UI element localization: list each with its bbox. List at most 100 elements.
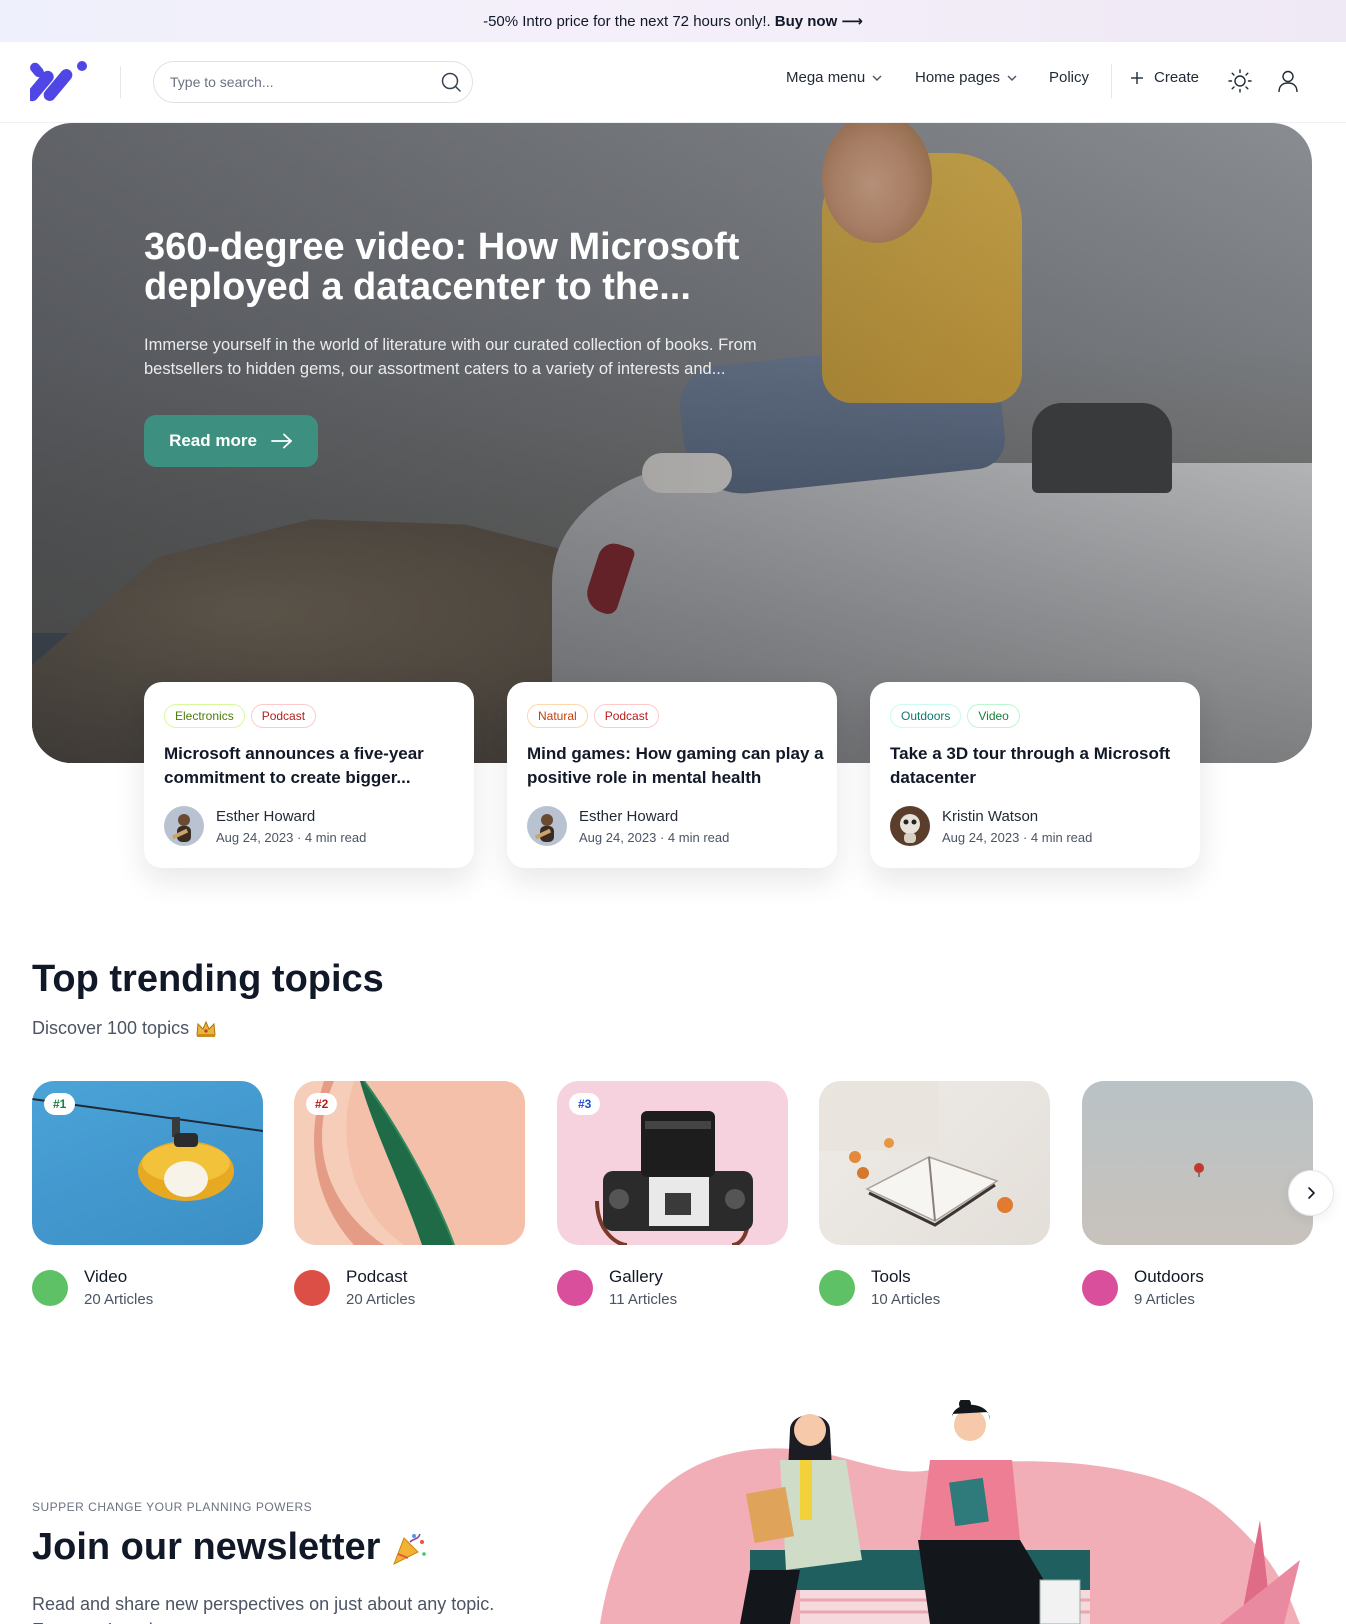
topic-color-dot <box>557 1270 593 1306</box>
party-popper-icon <box>393 1533 427 1565</box>
book-illustration <box>819 1081 1013 1227</box>
avatar <box>890 806 930 846</box>
post-date: Aug 24, 2023 <box>216 830 294 845</box>
topic-count: 10 Articles <box>871 1291 941 1308</box>
nav-divider <box>1111 64 1112 98</box>
topic-count: 20 Articles <box>84 1291 154 1308</box>
topic-name[interactable]: Podcast <box>346 1267 407 1287</box>
tag-natural[interactable]: Natural <box>527 704 588 728</box>
user-icon <box>1278 70 1298 93</box>
post-meta: Aug 24, 2023 · 4 min read <box>579 830 730 845</box>
newsletter-title-text: Join our newsletter <box>32 1526 381 1568</box>
nav-home-pages[interactable]: Home pages <box>915 69 1018 86</box>
read-more-button[interactable]: Read more <box>144 415 318 467</box>
rank-badge: #2 <box>306 1093 338 1115</box>
rank-badge: #3 <box>569 1093 601 1115</box>
topic-name[interactable]: Video <box>84 1267 127 1287</box>
read-time: 4 min read <box>667 830 730 845</box>
nav-policy-label: Policy <box>1049 69 1090 86</box>
author-name[interactable]: Kristin Watson <box>942 808 1038 825</box>
topic-card-video[interactable]: #1 Video 20 Articles <box>32 1081 263 1308</box>
hero-description: Immerse yourself in the world of literat… <box>144 336 757 378</box>
create-button[interactable]: Create <box>1130 69 1199 86</box>
tag-video[interactable]: Video <box>967 704 1020 728</box>
card-title[interactable]: Microsoft announces a five-year commitme… <box>164 742 464 790</box>
tag-podcast[interactable]: Podcast <box>250 704 317 728</box>
theme-toggle-button[interactable] <box>1225 66 1255 96</box>
topic-count: 11 Articles <box>609 1291 678 1308</box>
promo-text: -50% Intro price for the next 72 hours o… <box>483 12 771 30</box>
section-title: Top trending topics <box>32 958 384 1000</box>
read-time: 4 min read <box>1030 830 1093 845</box>
topic-card-outdoors[interactable]: Outdoors 9 Articles <box>1082 1081 1313 1308</box>
nav-home-pages-label: Home pages <box>915 69 1001 86</box>
read-time: 4 min read <box>304 830 367 845</box>
promo-bar: -50% Intro price for the next 72 hours o… <box>0 0 1346 42</box>
newsletter-illustration <box>600 1400 1300 1624</box>
nav-mega-menu[interactable]: Mega menu <box>786 69 883 86</box>
rank-badge: #1 <box>44 1093 76 1115</box>
newsletter-description: Read and share new perspectives on just … <box>32 1594 495 1624</box>
user-account-button[interactable] <box>1273 66 1303 96</box>
chevron-down-icon <box>872 75 882 81</box>
nav-policy[interactable]: Policy <box>1049 69 1089 86</box>
topic-color-dot <box>294 1270 330 1306</box>
promo-buy-now-link[interactable]: Buy now ⟶ <box>775 12 863 30</box>
card-tags: Natural Podcast <box>527 704 660 728</box>
sun-icon <box>1228 69 1252 93</box>
carousel-next-button[interactable] <box>1288 1170 1334 1216</box>
topic-count: 9 Articles <box>1134 1291 1195 1308</box>
nav-mega-menu-label: Mega menu <box>786 69 866 86</box>
author-photo <box>890 806 930 846</box>
topic-color-dot <box>819 1270 855 1306</box>
topic-card-tools[interactable]: Tools 10 Articles <box>819 1081 1050 1308</box>
post-date: Aug 24, 2023 <box>579 830 657 845</box>
card-title[interactable]: Mind games: How gaming can play a positi… <box>527 742 827 790</box>
search-input[interactable] <box>170 62 430 102</box>
create-label: Create <box>1154 69 1200 86</box>
search-icon[interactable] <box>440 71 462 93</box>
card-tags: Outdoors Video <box>890 704 1020 728</box>
hero-banner: 360-degree video: How Microsoft deployed… <box>32 123 1312 763</box>
author-name[interactable]: Esther Howard <box>216 808 315 825</box>
topic-image[interactable]: #3 <box>557 1081 788 1245</box>
topic-name[interactable]: Tools <box>871 1267 911 1287</box>
tag-electronics[interactable]: Electronics <box>164 704 245 728</box>
chevron-right-icon <box>1308 1187 1315 1199</box>
author-name[interactable]: Esther Howard <box>579 808 678 825</box>
article-card[interactable]: Electronics Podcast Microsoft announces … <box>144 682 474 868</box>
avatar <box>527 806 567 846</box>
balloon-illustration <box>1194 1163 1204 1177</box>
card-title[interactable]: Take a 3D tour through a Microsoft datac… <box>890 742 1190 790</box>
topic-card-gallery[interactable]: #3 Gallery 11 Articles <box>557 1081 788 1308</box>
topic-image[interactable] <box>819 1081 1050 1245</box>
tag-podcast[interactable]: Podcast <box>593 704 660 728</box>
topic-count: 20 Articles <box>346 1291 416 1308</box>
author-photo <box>164 806 204 846</box>
topic-name[interactable]: Gallery <box>609 1267 663 1287</box>
card-tags: Electronics Podcast <box>164 704 317 728</box>
article-card[interactable]: Outdoors Video Take a 3D tour through a … <box>870 682 1200 868</box>
read-more-label: Read more <box>169 431 257 450</box>
topic-image[interactable]: #2 <box>294 1081 525 1245</box>
search-box <box>153 61 473 103</box>
newsletter-title: Join our newsletter <box>32 1526 428 1569</box>
topic-card-podcast[interactable]: #2 Podcast 20 Articles <box>294 1081 525 1308</box>
newsletter-kicker: SUPPER CHANGE YOUR PLANNING POWERS <box>32 1500 313 1514</box>
hero-title[interactable]: 360-degree video: How Microsoft deployed… <box>144 227 784 307</box>
section-subtitle-text: Discover 100 topics <box>32 1018 190 1038</box>
author-photo <box>527 806 567 846</box>
section-subtitle: Discover 100 topics <box>32 1018 217 1039</box>
topic-image[interactable]: #1 <box>32 1081 263 1245</box>
tag-outdoors[interactable]: Outdoors <box>890 704 962 728</box>
topic-name[interactable]: Outdoors <box>1134 1267 1204 1287</box>
topic-color-dot <box>1082 1270 1118 1306</box>
topic-image[interactable] <box>1082 1081 1313 1245</box>
logo-mark[interactable] <box>30 58 90 102</box>
site-header: Mega menu Home pages Policy Create <box>0 42 1346 123</box>
article-card[interactable]: Natural Podcast Mind games: How gaming c… <box>507 682 837 868</box>
arrow-right-icon <box>271 433 292 449</box>
post-meta: Aug 24, 2023 · 4 min read <box>216 830 367 845</box>
header-divider <box>120 66 121 98</box>
crown-emoji-icon <box>196 1020 216 1037</box>
